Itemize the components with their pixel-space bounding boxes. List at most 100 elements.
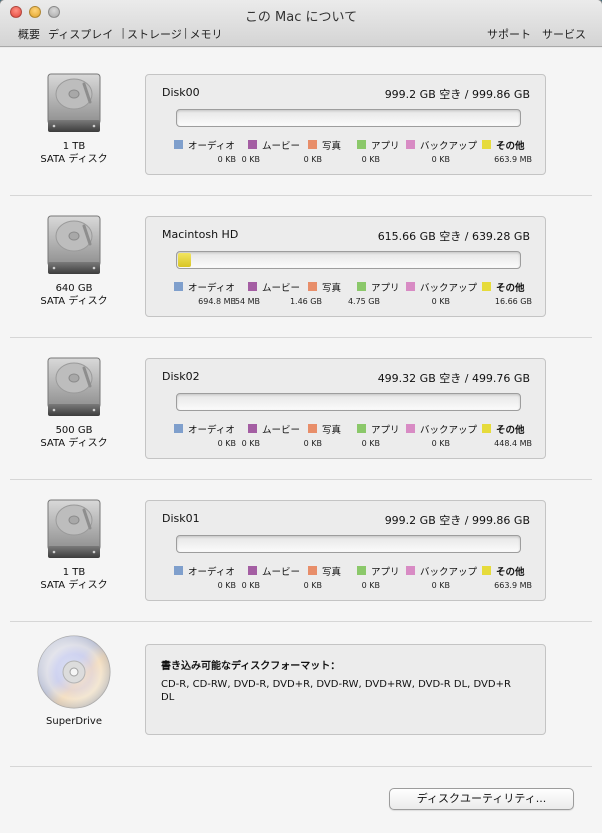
disk-capacity: 615.66 GB 空き / 639.28 GB [377,230,530,243]
legend-swatch [406,140,415,149]
legend-swatch [357,140,366,149]
legend-swatch [308,566,317,575]
disk-usage-panel: Disk02 499.32 GB 空き / 499.76 GB オーディオ 0 KB ム… [145,358,546,459]
hard-disk-icon [44,214,104,276]
legend-swatch [174,282,183,291]
disk-name: Disk00 [162,86,200,99]
disk-row: 1 TB SATA ディスク Disk00 999.2 GB 空き / 999.86 … [0,58,602,200]
legend-swatch [482,424,491,433]
legend-swatch [482,140,491,149]
disk-size-label: 640 GB SATA ディスク [18,282,130,308]
usage-bar [176,109,521,127]
legend-value: 54 MB [234,297,260,306]
about-this-mac-window: この Mac について 概要 ディスプレイ | ストレージ | メモリ サポート… [0,0,602,833]
legend-value: 0 KB [361,155,380,164]
disk-name: Disk02 [162,370,200,383]
legend-label: バックアップ [420,567,478,578]
legend-swatch [308,282,317,291]
hard-disk-icon [44,72,104,134]
legend-swatch [308,140,317,149]
legend-label: その他 [496,567,525,578]
legend-label: 写真 [322,283,342,294]
legend-label: ムービー [262,141,301,152]
legend-value: 0 KB [217,439,236,448]
legend-swatch [406,424,415,433]
legend-swatch [174,566,183,575]
legend-label: アプリ [371,283,400,294]
legend-value: 0 KB [241,155,260,164]
legend-value: 0 KB [361,581,380,590]
superdrive-row: SuperDrive 書き込み可能なディスクフォーマット： CD-R, CD-RW,… [0,626,602,756]
legend-swatch [357,282,366,291]
storage-content: ディスクユーティリティ... 1 TB SATA ディスク Disk00 999.2 … [0,48,602,833]
legend-value: 0 KB [431,581,450,590]
legend-value: 0 KB [431,297,450,306]
legend-label: ムービー [262,567,301,578]
hard-disk-icon [44,498,104,560]
legend-value: 0 KB [241,439,260,448]
writable-formats-list: CD-R, CD-RW, DVD-R, DVD+R, DVD-RW, DVD+R… [161,679,511,703]
legend-label: バックアップ [420,425,478,436]
disk-size: 1 TB [62,567,86,578]
tab-memory[interactable]: メモリ [188,26,223,42]
legend-value: 1.46 GB [289,297,322,306]
legend-swatch [357,424,366,433]
usage-legend: オーディオ 0 KB ムービー 0 KB 写真 0 KB アプリ 0 KB バックアップ 0 KB… [174,422,544,452]
divider [10,479,592,480]
disk-size-label: 500 GB SATA ディスク [18,424,130,450]
legend-swatch [406,282,415,291]
tab-bar: 概要 ディスプレイ | ストレージ | メモリ [17,26,223,42]
legend-label: オーディオ [188,283,235,294]
disk-row: 640 GB SATA ディスク Macintosh HD 615.66 GB 空き … [0,200,602,342]
disk-name: Macintosh HD [162,228,239,241]
tab-storage[interactable]: ストレージ [126,26,183,42]
service-link[interactable]: サービス [542,26,586,42]
legend-value: 0 KB [303,155,322,164]
legend-value: 0 KB [431,155,450,164]
disk-usage-panel: Disk01 999.2 GB 空き / 999.86 GB オーディオ 0 KB ムー… [145,500,546,601]
legend-value: 16.66 GB [494,297,532,306]
disk-size-label: 1 TB SATA ディスク [18,140,130,166]
optical-disc-icon [36,634,112,710]
legend-swatch [248,140,257,149]
legend-value: 663.9 MB [494,155,532,164]
tab-overview[interactable]: 概要 [17,26,41,42]
usage-legend: オーディオ 0 KB ムービー 0 KB 写真 0 KB アプリ 0 KB バックアップ 0 KB… [174,564,544,594]
legend-value: 0 KB [217,581,236,590]
usage-bar [176,535,521,553]
disk-row: 1 TB SATA ディスク Disk01 999.2 GB 空き / 999.86 … [0,484,602,626]
support-link[interactable]: サポート [487,26,531,42]
legend-label: バックアップ [420,141,478,152]
legend-value: 4.75 GB [347,297,380,306]
tab-displays[interactable]: ディスプレイ [47,26,114,42]
usage-bar-fill-other [178,253,191,267]
legend-value: 0 KB [241,581,260,590]
disk-size: 1 TB [62,141,86,152]
superdrive-panel: 書き込み可能なディスクフォーマット： CD-R, CD-RW, DVD-R, DV… [145,644,546,735]
disk-size: 640 GB [55,283,93,294]
legend-swatch [248,566,257,575]
legend-swatch [174,424,183,433]
legend-value: 663.9 MB [494,581,532,590]
divider [10,337,592,338]
legend-value: 448.4 MB [494,439,532,448]
usage-bar [176,251,521,269]
disk-name: Disk01 [162,512,200,525]
divider [10,621,592,622]
legend-label: その他 [496,425,525,436]
legend-label: ムービー [262,283,301,294]
divider [10,766,592,767]
legend-value: 0 KB [303,439,322,448]
legend-label: 写真 [322,425,342,436]
legend-swatch [482,282,491,291]
disk-usage-panel: Disk00 999.2 GB 空き / 999.86 GB オーディオ 0 KB ムー… [145,74,546,175]
legend-label: オーディオ [188,425,235,436]
legend-label: バックアップ [420,283,478,294]
disk-utility-button[interactable]: ディスクユーティリティ... [389,788,574,810]
legend-value: 0 KB [303,581,322,590]
legend-label: ムービー [262,425,301,436]
window-title: この Mac について [244,10,358,25]
disk-capacity: 999.2 GB 空き / 999.86 GB [384,88,530,101]
legend-value: 0 KB [217,155,236,164]
legend-label: 写真 [322,567,342,578]
